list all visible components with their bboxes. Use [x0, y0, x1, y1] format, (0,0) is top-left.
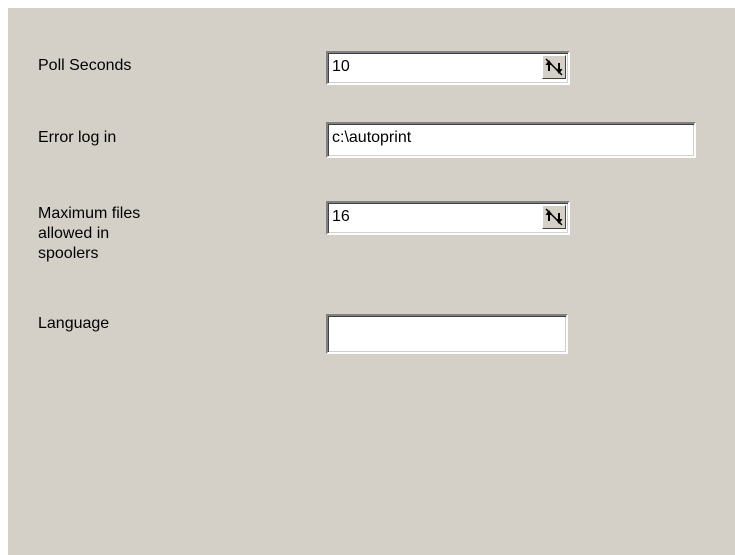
language-label: Language	[38, 315, 110, 332]
error-log-value: c:\autoprint	[332, 129, 412, 146]
error-log-input[interactable]: c:\autoprint	[326, 122, 696, 158]
up-down-arrows-icon	[545, 208, 563, 226]
error-log-label: Error log in	[38, 129, 117, 146]
poll-seconds-spinbox[interactable]: 10	[326, 51, 570, 85]
max-files-label: Maximum files allowed in spoolers	[38, 205, 141, 262]
poll-seconds-label: Poll Seconds	[38, 57, 132, 74]
up-down-arrows-icon	[545, 58, 563, 76]
max-files-value: 16	[332, 208, 350, 225]
max-files-spinbox[interactable]: 16	[326, 201, 570, 235]
language-input[interactable]	[326, 314, 568, 354]
poll-seconds-spin-button[interactable]	[542, 55, 566, 79]
max-files-spin-button[interactable]	[542, 205, 566, 229]
poll-seconds-value: 10	[332, 58, 350, 75]
settings-panel: Poll Seconds 10 Error log in c:\autoprin…	[8, 8, 735, 555]
